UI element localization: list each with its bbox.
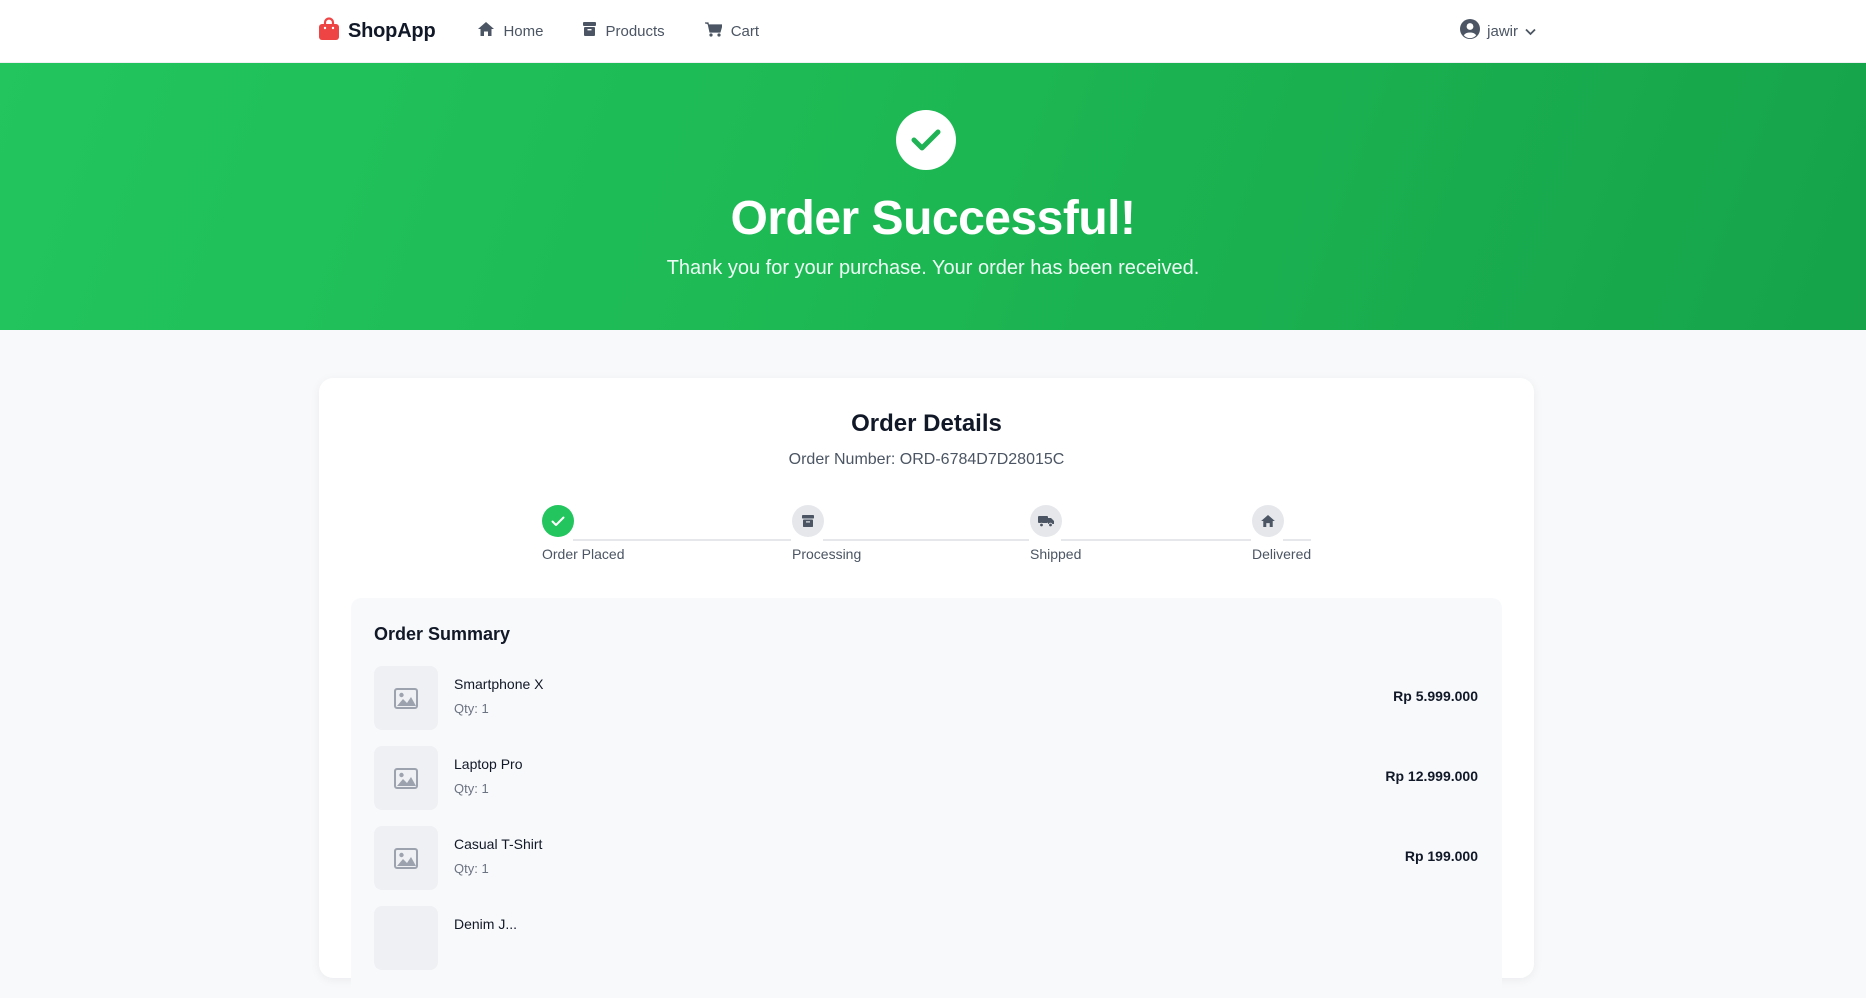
- order-item: Casual T-Shirt Qty: 1 Rp 199.000: [374, 826, 1478, 890]
- success-check-icon: [896, 110, 956, 170]
- order-summary-title: Order Summary: [374, 624, 511, 644]
- item-qty: Qty: 1: [454, 861, 489, 876]
- hero-title: Order Successful!: [730, 192, 1136, 245]
- order-item: Denim J...: [374, 906, 1478, 970]
- truck-icon: [1030, 505, 1062, 537]
- nav-link-label: Cart: [730, 22, 760, 40]
- step-label: Order Placed: [542, 546, 625, 562]
- username: jawir: [1487, 22, 1518, 40]
- cart-icon: [704, 21, 723, 41]
- step-label: Delivered: [1252, 546, 1312, 562]
- step-shipped: Shipped: [1030, 505, 1081, 562]
- home-icon: [478, 22, 495, 40]
- step-delivered: Delivered: [1252, 505, 1311, 562]
- box-icon: [792, 505, 824, 537]
- item-price: Rp 12.999.000: [1385, 768, 1478, 784]
- item-name: Laptop Pro: [454, 756, 523, 772]
- item-qty: Qty: 1: [454, 701, 489, 716]
- nav-link-label: Products: [605, 22, 665, 40]
- shopping-bag-icon: [318, 16, 340, 46]
- item-name: Denim J...: [454, 916, 518, 932]
- check-icon: [542, 505, 574, 537]
- item-price: Rp 5.999.000: [1393, 688, 1478, 704]
- step-processing: Processing: [792, 505, 861, 562]
- box-icon: [583, 22, 597, 40]
- order-progress: Order Placed Processing Shipped Delivere…: [319, 505, 1534, 565]
- order-summary: Order Summary Smartphone X Qty: 1 Rp 5.9…: [351, 598, 1502, 998]
- progress-connector: [1061, 539, 1251, 541]
- image-placeholder-icon: [374, 666, 438, 730]
- item-qty: Qty: 1: [454, 781, 489, 796]
- image-placeholder-icon: [374, 746, 438, 810]
- hero-subtitle: Thank you for your purchase. Your order …: [666, 257, 1200, 279]
- navbar-inner: ShopApp Home Products Cart jawir: [318, 0, 1536, 62]
- nav-link-label: Home: [503, 22, 544, 40]
- item-name: Casual T-Shirt: [454, 836, 543, 852]
- user-avatar-icon: [1460, 19, 1481, 43]
- home-icon: [1252, 505, 1284, 537]
- user-menu[interactable]: jawir: [1460, 19, 1536, 43]
- brand-name: ShopApp: [348, 19, 436, 42]
- nav-link-cart[interactable]: Cart: [704, 21, 760, 41]
- top-navbar: ShopApp Home Products Cart jawir: [0, 0, 1866, 63]
- nav-links: Home Products Cart: [478, 21, 760, 41]
- success-hero: Order Successful! Thank you for your pur…: [0, 63, 1866, 330]
- item-name: Smartphone X: [454, 676, 544, 692]
- brand-logo[interactable]: ShopApp: [318, 16, 436, 46]
- order-number: Order Number: ORD-6784D7D28015C: [788, 451, 1065, 468]
- image-placeholder-icon: [374, 826, 438, 890]
- order-details-card: Order Details Order Number: ORD-6784D7D2…: [319, 378, 1534, 998]
- order-item: Smartphone X Qty: 1 Rp 5.999.000: [374, 666, 1478, 730]
- step-order-placed: Order Placed: [542, 505, 624, 562]
- order-details-title: Order Details: [851, 410, 1002, 437]
- order-item: Laptop Pro Qty: 1 Rp 12.999.000: [374, 746, 1478, 810]
- image-placeholder-icon: [374, 906, 438, 970]
- step-label: Shipped: [1030, 546, 1082, 562]
- nav-link-products[interactable]: Products: [583, 22, 665, 40]
- item-price: Rp 199.000: [1404, 848, 1478, 864]
- chevron-down-icon: [1525, 23, 1536, 40]
- nav-link-home[interactable]: Home: [478, 22, 543, 40]
- step-label: Processing: [792, 546, 862, 562]
